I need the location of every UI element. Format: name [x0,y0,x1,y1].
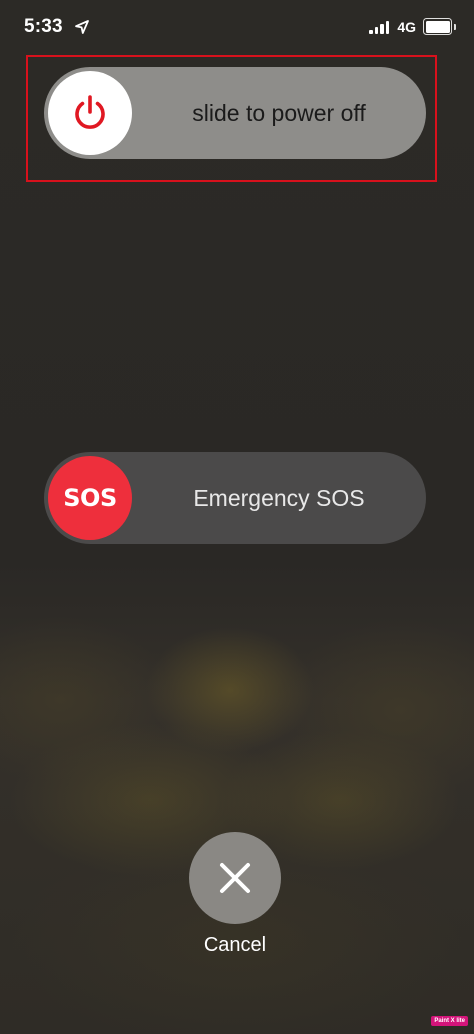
power-slider-knob[interactable] [48,71,132,155]
cellular-signal-icon [369,20,390,34]
battery-icon [423,18,456,35]
sos-slider-label: Emergency SOS [193,485,365,511]
power-off-slider[interactable]: slide to power off [44,67,426,159]
cancel-button[interactable] [189,832,281,924]
power-icon [75,95,105,129]
cancel-label: Cancel [203,934,267,956]
close-icon [220,863,250,893]
network-type: 4G [397,18,416,35]
sos-slider-knob[interactable]: SOS [48,456,132,540]
location-arrow-icon [75,20,89,34]
power-slider-label: slide to power off [192,100,366,126]
status-bar: 5:33 4G [24,14,456,44]
status-right-group: 4G [369,18,456,35]
emergency-sos-slider[interactable]: SOS Emergency SOS [44,452,426,544]
status-time: 5:33 [24,16,63,37]
watermark-badge: Paint X lite [431,1016,468,1026]
sos-knob-text: SOS [63,484,117,512]
